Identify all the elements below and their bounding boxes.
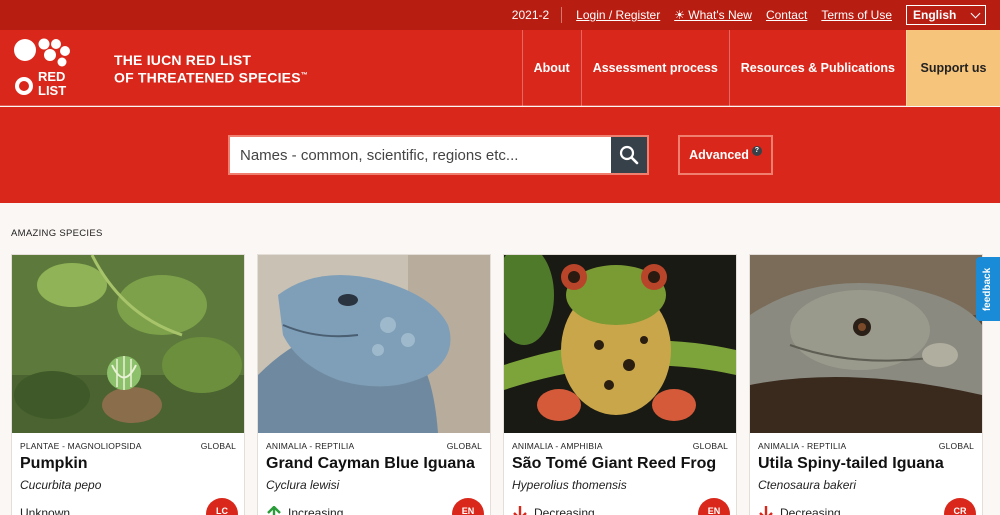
- taxonomy-label: PLANTAE - MAGNOLIOPSIDA: [20, 441, 142, 451]
- language-select-value: English: [913, 8, 957, 22]
- main-nav: About Assessment process Resources & Pub…: [521, 30, 1000, 106]
- scientific-name: Cyclura lewisi: [266, 478, 340, 492]
- card-meta: PLANTAE - MAGNOLIOPSIDA GLOBAL: [20, 441, 236, 451]
- red-list-logo[interactable]: RED LIST: [12, 38, 76, 98]
- species-name: Utila Spiny-tailed Iguana: [758, 455, 944, 472]
- status-badge: EN: [698, 498, 730, 515]
- version-label: 2021-2: [511, 8, 550, 22]
- taxonomy-label: ANIMALIA - AMPHIBIA: [512, 441, 603, 451]
- species-photo: [750, 255, 982, 433]
- nav-assessment-process[interactable]: Assessment process: [580, 30, 729, 106]
- species-photo: [258, 255, 490, 433]
- advanced-label: Advanced: [689, 148, 749, 162]
- site-title[interactable]: THE IUCN RED LIST OF THREATENED SPECIES™: [114, 52, 308, 86]
- whats-new-link[interactable]: ☀ What's New: [674, 8, 752, 22]
- card-meta: ANIMALIA - REPTILIA GLOBAL: [758, 441, 974, 451]
- trend-label: Increasing: [288, 506, 344, 515]
- species-photo: [504, 255, 736, 433]
- population-trend: Increasing: [266, 506, 343, 515]
- species-card-utila-iguana[interactable]: ANIMALIA - REPTILIA GLOBAL Utila Spiny-t…: [749, 254, 983, 515]
- search-button[interactable]: [611, 137, 647, 173]
- scope-label: GLOBAL: [938, 441, 974, 451]
- nav-support-us[interactable]: Support us: [906, 30, 1000, 106]
- site-title-line2: OF THREATENED SPECIES™: [114, 69, 308, 86]
- arrow-up-icon: [267, 506, 281, 515]
- trend-label: Decreasing: [534, 506, 595, 515]
- advanced-search-button[interactable]: Advanced ?: [678, 135, 773, 175]
- nav-resources-publications[interactable]: Resources & Publications: [728, 30, 906, 106]
- scientific-name: Hyperolius thomensis: [512, 478, 627, 492]
- taxonomy-label: ANIMALIA - REPTILIA: [266, 441, 355, 451]
- nav-about[interactable]: About: [521, 30, 581, 106]
- scientific-name: Ctenosaura bakeri: [758, 478, 857, 492]
- population-trend: Decreasing: [758, 506, 841, 515]
- population-trend: Unknown: [20, 506, 70, 515]
- section-title: AMAZING SPECIES: [11, 228, 103, 239]
- terms-of-use-link[interactable]: Terms of Use: [821, 8, 892, 22]
- scope-label: GLOBAL: [692, 441, 728, 451]
- feedback-tab[interactable]: feedback: [976, 257, 1000, 321]
- species-name: São Tomé Giant Reed Frog: [512, 455, 717, 472]
- help-icon: ?: [751, 146, 762, 156]
- arrow-down-icon: [513, 506, 527, 515]
- logo-text-red: RED: [38, 69, 65, 84]
- species-name: Grand Cayman Blue Iguana: [266, 455, 475, 472]
- logo-text-list: LIST: [38, 83, 66, 98]
- status-badge: LC: [206, 498, 238, 515]
- search-input[interactable]: [230, 137, 611, 173]
- population-trend: Decreasing: [512, 506, 595, 515]
- login-register-link[interactable]: Login / Register: [576, 8, 660, 22]
- species-card-blue-iguana[interactable]: ANIMALIA - REPTILIA GLOBAL Grand Cayman …: [257, 254, 491, 515]
- search-box: [228, 135, 649, 175]
- species-name: Pumpkin: [20, 455, 88, 472]
- card-meta: ANIMALIA - REPTILIA GLOBAL: [266, 441, 482, 451]
- status-badge: EN: [452, 498, 484, 515]
- site-header: RED LIST THE IUCN RED LIST OF THREATENED…: [0, 30, 1000, 106]
- species-photo: [12, 255, 244, 433]
- arrow-down-icon: [759, 506, 773, 515]
- status-badge: CR: [944, 498, 976, 515]
- card-meta: ANIMALIA - AMPHIBIA GLOBAL: [512, 441, 728, 451]
- chevron-down-icon: [970, 8, 981, 18]
- language-select[interactable]: English: [906, 5, 986, 25]
- scientific-name: Cucurbita pepo: [20, 478, 102, 492]
- trend-label: Decreasing: [780, 506, 841, 515]
- taxonomy-label: ANIMALIA - REPTILIA: [758, 441, 847, 451]
- site-title-line1: THE IUCN RED LIST: [114, 52, 252, 68]
- utility-bar: 2021-2 Login / Register ☀ What's New Con…: [0, 0, 1000, 30]
- trend-label: Unknown: [20, 506, 71, 515]
- species-card-pumpkin[interactable]: PLANTAE - MAGNOLIOPSIDA GLOBAL Pumpkin C…: [11, 254, 245, 515]
- search-band: Advanced ?: [0, 107, 1000, 203]
- scope-label: GLOBAL: [200, 441, 236, 451]
- species-card-reed-frog[interactable]: ANIMALIA - AMPHIBIA GLOBAL São Tomé Gian…: [503, 254, 737, 515]
- contact-link[interactable]: Contact: [766, 8, 807, 22]
- divider: [561, 7, 563, 23]
- search-icon: [619, 145, 639, 165]
- scope-label: GLOBAL: [446, 441, 482, 451]
- feedback-label: feedback: [982, 267, 994, 311]
